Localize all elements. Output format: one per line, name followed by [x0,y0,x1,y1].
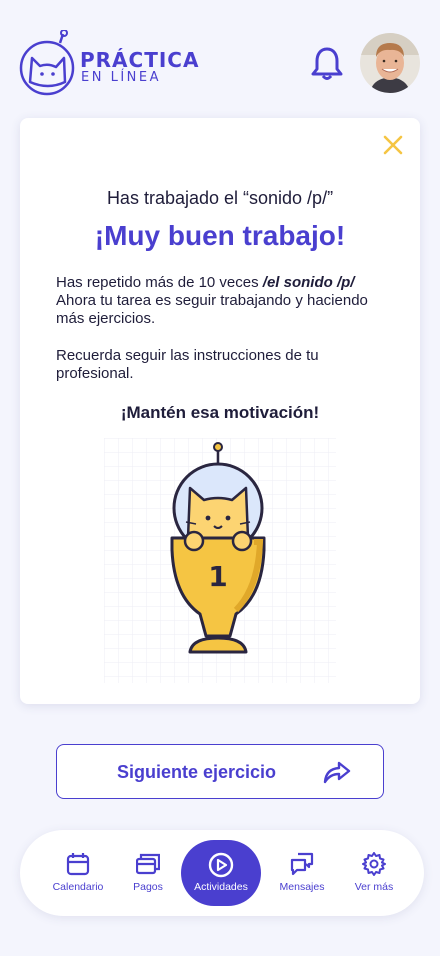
user-avatar[interactable] [360,33,420,93]
nav-item-actividades[interactable]: Actividades [181,840,261,906]
progress-message-prefix: Has repetido más de 10 veces [56,274,263,291]
cat-astronaut-logo-icon [19,30,75,96]
bell-icon[interactable] [311,45,343,81]
bottom-navigation: Calendario Pagos Actividades Mensajes Ve… [20,830,424,916]
progress-message-suffix: Ahora tu tarea es seguir trabajando y ha… [56,292,368,327]
play-icon [208,852,234,878]
nav-item-pagos[interactable]: Pagos [120,830,176,916]
achievement-card: Has trabajado el “sonido /p/” ¡Muy buen … [20,118,420,704]
brand-title: PRÁCTICA [80,48,200,72]
chat-icon [290,852,314,876]
nav-item-calendario[interactable]: Calendario [42,830,114,916]
next-exercise-label: Siguiente ejercicio [117,762,277,782]
progress-message: Has repetido más de 10 veces /el sonido … [56,274,386,328]
nav-label-ver-mas: Ver más [354,881,394,893]
progress-message-emphasis: /el sonido /p/ [262,274,355,291]
nav-label-mensajes: Mensajes [279,881,325,893]
nav-item-ver-mas[interactable]: Ver más [346,830,402,916]
next-exercise-button[interactable]: Siguiente ejercicio [56,744,384,799]
instructions-reminder: Recuerda seguir las instrucciones de tu … [56,347,319,382]
nav-label-pagos: Pagos [133,881,163,893]
brand-subtitle: EN LÍNEA [81,70,161,85]
share-arrow-icon [323,761,351,784]
achievement-subtitle: Has trabajado el “sonido /p/” [106,188,334,208]
cards-icon [136,853,160,875]
nav-label-actividades: Actividades [194,881,248,893]
trophy-number: 1 [208,560,227,593]
nav-item-mensajes[interactable]: Mensajes [270,830,334,916]
nav-label-calendario: Calendario [52,881,104,893]
cat-trophy-illustration: 1 [104,438,336,683]
close-icon[interactable] [382,134,404,156]
gear-icon [362,852,386,876]
calendar-icon [66,853,90,876]
motivation-text: ¡Mantén esa motivación! [120,403,320,422]
achievement-headline: ¡Muy buen trabajo! [94,220,346,251]
app-header: PRÁCTICA EN LÍNEA [0,0,440,110]
